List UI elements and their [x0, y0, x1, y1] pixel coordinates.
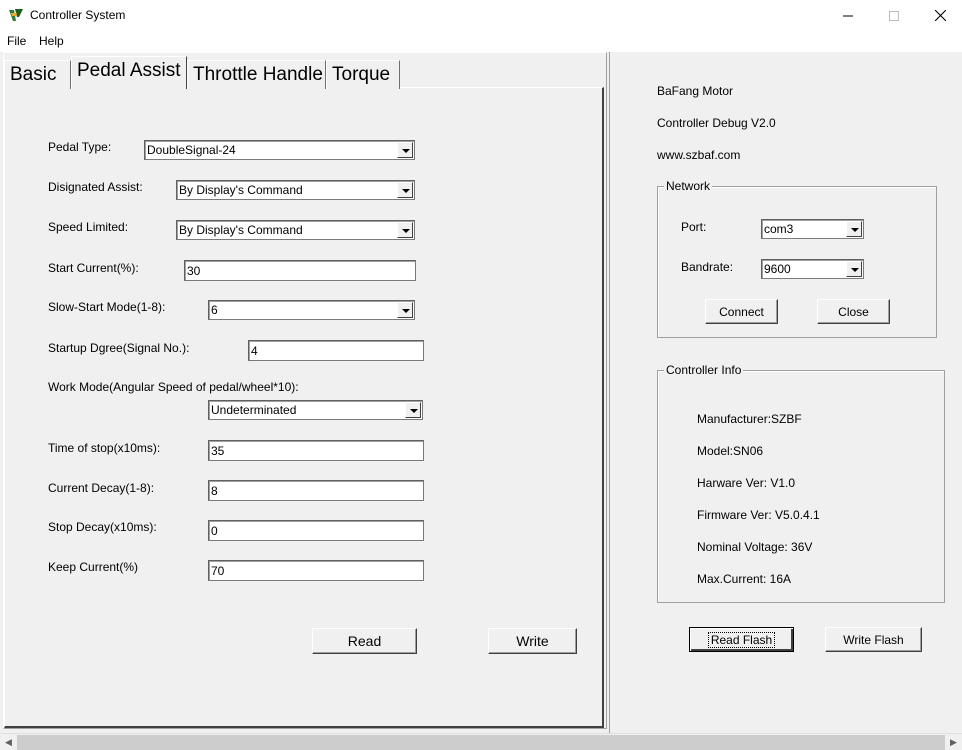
horizontal-scrollbar[interactable]: ◀ ▶: [0, 733, 962, 750]
scroll-left-icon[interactable]: ◀: [0, 734, 17, 750]
maximize-icon: [889, 10, 899, 21]
slow-start-mode-select[interactable]: 6: [208, 300, 415, 320]
slow-start-mode-label: Slow-Start Mode(1-8):: [48, 300, 166, 314]
stop-decay-input[interactable]: [211, 523, 421, 538]
chevron-down-icon[interactable]: [397, 142, 413, 158]
close-window-button[interactable]: [917, 0, 962, 31]
connect-button-label: Connect: [719, 304, 764, 319]
time-of-stop-input[interactable]: [211, 443, 421, 458]
current-decay-label: Current Decay(1-8):: [48, 481, 155, 495]
connect-button[interactable]: Connect: [705, 299, 778, 324]
network-group-title: Network: [664, 179, 713, 193]
tab-torque[interactable]: Torque: [326, 60, 400, 89]
keep-current-input[interactable]: [211, 563, 421, 578]
work-mode-label: Work Mode(Angular Speed of pedal/wheel*1…: [48, 380, 299, 394]
slow-start-mode-value: 6: [211, 303, 218, 317]
stop-decay-field[interactable]: [208, 520, 424, 541]
read-flash-button[interactable]: Read Flash: [689, 627, 794, 652]
designated-assist-label: Disignated Assist:: [48, 180, 143, 194]
port-select[interactable]: com3: [761, 219, 864, 239]
current-decay-input[interactable]: [211, 483, 421, 498]
maximize-button[interactable]: [871, 0, 917, 31]
write-flash-button[interactable]: Write Flash: [825, 627, 922, 652]
tab-label: Basic: [10, 64, 57, 85]
menu-help[interactable]: Help: [39, 34, 64, 48]
start-current-input[interactable]: [187, 263, 413, 278]
close-icon: [934, 10, 946, 21]
tab-label: Pedal Assist: [77, 60, 181, 81]
manufacturer-text: Manufacturer:SZBF: [697, 412, 802, 426]
tab-label: Torque: [332, 64, 391, 85]
speed-limited-label: Speed Limited:: [48, 220, 129, 234]
chevron-down-icon[interactable]: [405, 402, 421, 418]
controller-info-group-title: Controller Info: [664, 363, 744, 377]
work-mode-value: Undeterminated: [211, 403, 297, 417]
close-button[interactable]: Close: [817, 299, 890, 324]
time-of-stop-label: Time of stop(x10ms):: [48, 441, 161, 455]
scroll-right-icon[interactable]: ▶: [945, 734, 962, 750]
time-of-stop-field[interactable]: [208, 440, 424, 461]
keep-current-label: Keep Current(%): [48, 560, 139, 574]
max-current-text: Max.Current: 16A: [697, 572, 792, 586]
work-mode-select[interactable]: Undeterminated: [208, 400, 423, 420]
model-text: Model:SN06: [697, 444, 764, 458]
startup-degree-field[interactable]: [248, 340, 424, 361]
minimize-icon: [843, 15, 853, 16]
read-button[interactable]: Read: [312, 628, 417, 654]
read-flash-label: Read Flash: [707, 631, 776, 648]
speed-limited-value: By Display's Command: [179, 223, 303, 237]
startup-degree-label: Startup Dgree(Signal No.):: [48, 341, 190, 355]
designated-assist-value: By Display's Command: [179, 183, 303, 197]
speed-limited-select[interactable]: By Display's Command: [176, 220, 415, 240]
write-button[interactable]: Write: [488, 628, 577, 654]
pedal-type-label: Pedal Type:: [48, 140, 112, 154]
menu-bar: File Help: [0, 31, 962, 52]
baudrate-value: 9600: [764, 262, 791, 276]
close-button-label: Close: [838, 304, 869, 319]
nominal-voltage-text: Nominal Voltage: 36V: [697, 540, 813, 554]
chevron-down-icon[interactable]: [397, 222, 413, 238]
minimize-button[interactable]: [825, 0, 871, 31]
startup-degree-input[interactable]: [251, 343, 421, 358]
version-text: Controller Debug V2.0: [657, 116, 776, 130]
designated-assist-select[interactable]: By Display's Command: [176, 180, 415, 200]
window-title: Controller System: [30, 8, 126, 22]
stop-decay-label: Stop Decay(x10ms):: [48, 520, 157, 534]
port-label: Port:: [681, 220, 707, 234]
tab-basic[interactable]: Basic: [4, 60, 71, 89]
port-value: com3: [764, 222, 794, 236]
website-text: www.szbaf.com: [657, 148, 741, 162]
chevron-down-icon[interactable]: [397, 302, 413, 318]
firmware-version-text: Firmware Ver: V5.0.4.1: [697, 508, 820, 522]
write-button-label: Write: [516, 633, 549, 649]
menu-file[interactable]: File: [7, 34, 26, 48]
chevron-down-icon[interactable]: [846, 221, 862, 237]
title-bar: Controller System: [0, 0, 962, 31]
tab-label: Throttle Handle: [193, 64, 323, 85]
baudrate-select[interactable]: 9600: [761, 259, 864, 279]
brand-text: BaFang Motor: [657, 84, 734, 98]
start-current-field[interactable]: [184, 260, 416, 281]
app-logo-icon: [8, 7, 24, 23]
read-button-label: Read: [347, 633, 382, 649]
hardware-version-text: Harware Ver: V1.0: [697, 476, 796, 490]
start-current-label: Start Current(%):: [48, 261, 139, 275]
tab-pedal-assist[interactable]: Pedal Assist: [71, 56, 187, 89]
chevron-down-icon[interactable]: [397, 182, 413, 198]
current-decay-field[interactable]: [208, 480, 424, 501]
chevron-down-icon[interactable]: [846, 261, 862, 277]
tab-throttle-handle[interactable]: Throttle Handle: [187, 60, 326, 89]
baudrate-label: Bandrate:: [681, 260, 734, 274]
pedal-type-select[interactable]: DoubleSignal-24: [144, 140, 415, 160]
scrollbar-thumb[interactable]: [17, 735, 945, 750]
pedal-type-value: DoubleSignal-24: [147, 143, 236, 157]
keep-current-field[interactable]: [208, 560, 424, 581]
write-flash-label: Write Flash: [843, 632, 904, 647]
